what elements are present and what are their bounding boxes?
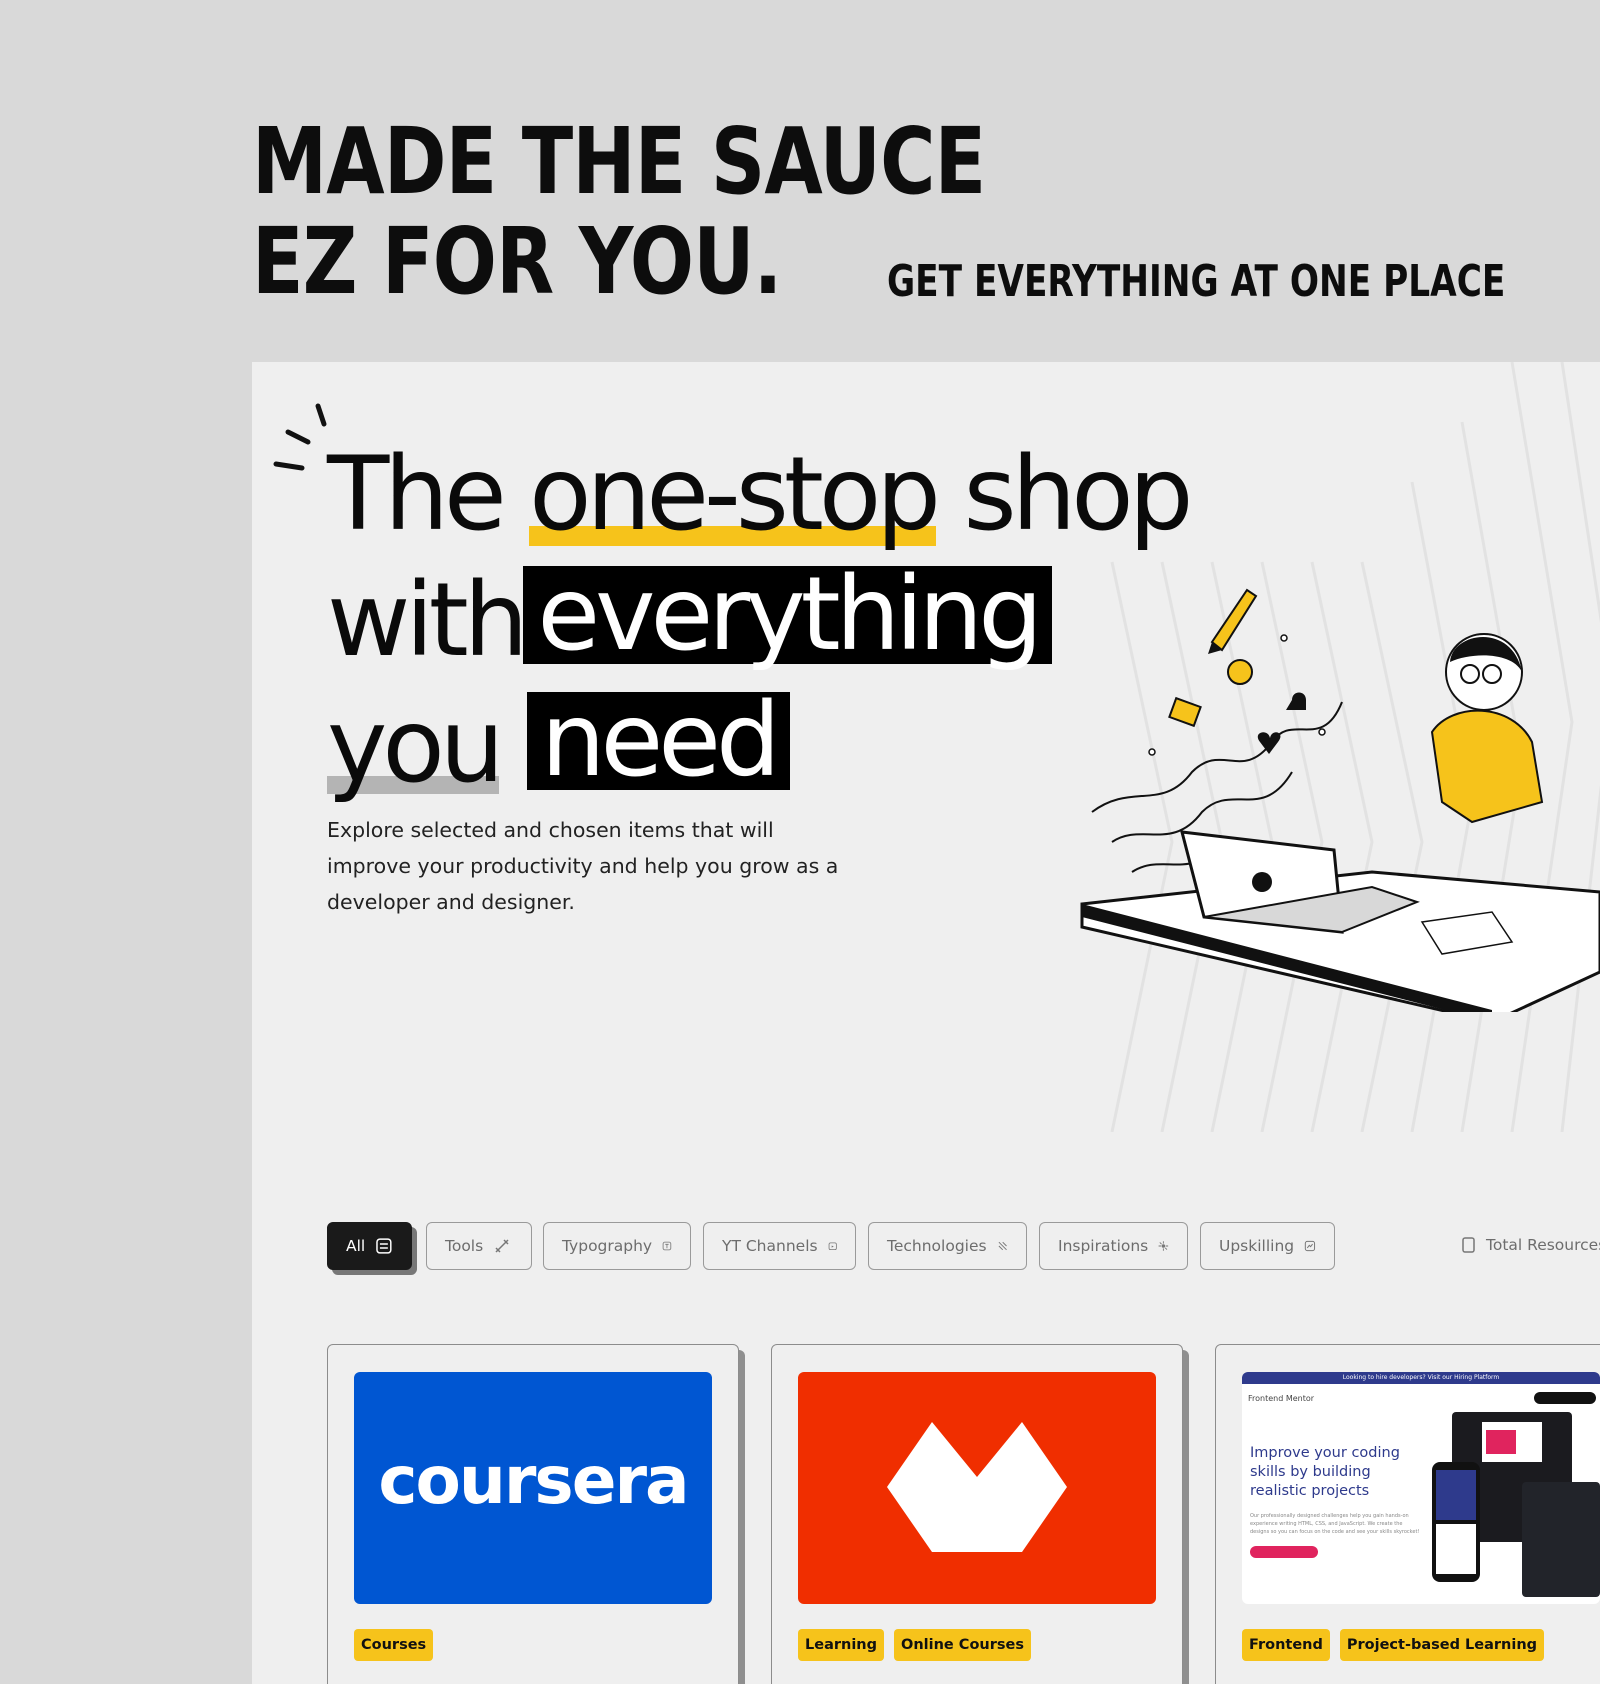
typography-icon — [662, 1241, 672, 1251]
filter-tools-label: Tools — [445, 1237, 484, 1255]
filter-technologies[interactable]: Technologies — [868, 1222, 1027, 1270]
copy-icon — [1462, 1237, 1475, 1253]
preview-cta — [1250, 1546, 1318, 1558]
promo-title-line1: MADE THE SAUCE — [252, 108, 986, 215]
hero-box-everything: everything — [523, 564, 1052, 666]
coursera-thumbnail: coursera — [354, 1372, 712, 1604]
inspirations-icon — [1158, 1241, 1169, 1251]
frontend-mentor-thumbnail: Looking to hire developers? Visit our Hi… — [1242, 1372, 1600, 1604]
resource-card-coursera[interactable]: coursera Courses C — [327, 1344, 739, 1684]
preview-login-button — [1534, 1392, 1596, 1404]
sparks-icon — [273, 403, 327, 471]
all-icon — [376, 1238, 392, 1254]
upskilling-icon — [1304, 1240, 1316, 1252]
preview-logo: Frontend Mentor — [1248, 1394, 1315, 1403]
filter-all-label: All — [346, 1237, 366, 1255]
tools-icon — [495, 1239, 509, 1253]
hero-description: Explore selected and chosen items that w… — [327, 818, 839, 914]
filter-upskilling-label: Upskilling — [1219, 1237, 1295, 1255]
filter-yt-channels[interactable]: YT Channels — [703, 1222, 856, 1270]
filter-typography[interactable]: Typography — [543, 1222, 691, 1270]
card-tags: Frontend Project-based Learning — [1242, 1629, 1545, 1661]
promo-subtitle: GET EVERYTHING AT ONE PLACE — [887, 256, 1506, 307]
filter-all[interactable]: All — [327, 1222, 412, 1270]
hero-highlight-one-stop: one-stop — [529, 435, 941, 554]
tag: Project-based Learning — [1339, 1629, 1545, 1661]
technologies-icon — [998, 1241, 1007, 1251]
hero-highlight-you: you — [327, 687, 504, 806]
hero-box-need: need — [526, 690, 790, 792]
resource-card-brand[interactable]: Learning Online Courses B — [771, 1344, 1183, 1684]
hero-word-with: with — [327, 561, 528, 680]
preview-devices — [1432, 1412, 1600, 1597]
tag: Learning — [798, 1629, 885, 1661]
brand-logo-icon — [887, 1422, 1067, 1552]
filter-typography-label: Typography — [562, 1237, 653, 1255]
total-resources: Total Resources — [1460, 1236, 1600, 1254]
website-preview: The one-stop shop with everything you nee… — [252, 362, 1600, 1684]
card-tags: Learning Online Courses — [798, 1629, 1031, 1661]
filter-technologies-label: Technologies — [887, 1237, 987, 1255]
preview-headline: Improve your coding skills by building r… — [1250, 1445, 1400, 1499]
hero-word-the: The — [327, 435, 507, 554]
preview-banner: Looking to hire developers? Visit our Hi… — [1242, 1372, 1600, 1384]
coursera-logo: coursera — [378, 1442, 689, 1519]
filter-upskilling[interactable]: Upskilling — [1200, 1222, 1335, 1270]
filter-yt-channels-label: YT Channels — [722, 1237, 818, 1255]
category-filter-bar: All Tools Typography YT Channels Technol… — [327, 1222, 1600, 1270]
card-tags: Courses — [354, 1629, 434, 1661]
tag: Courses — [354, 1629, 434, 1661]
promo-title: MADE THE SAUCE EZ FOR YOU. — [252, 108, 986, 315]
promo-title-line2: EZ FOR YOU. — [252, 208, 782, 315]
video-icon — [828, 1242, 837, 1251]
resource-card-frontend-mentor[interactable]: Looking to hire developers? Visit our Hi… — [1215, 1344, 1600, 1684]
hero-word-shop: shop — [963, 435, 1194, 554]
brand-thumbnail — [798, 1372, 1156, 1604]
developer-illustration — [1080, 588, 1600, 1012]
tag: Online Courses — [894, 1629, 1031, 1661]
hero-heading: The one-stop shop with everything you nee… — [327, 432, 1194, 810]
filter-inspirations[interactable]: Inspirations — [1039, 1222, 1188, 1270]
filter-tools[interactable]: Tools — [426, 1222, 532, 1270]
filter-inspirations-label: Inspirations — [1058, 1237, 1149, 1255]
tag: Frontend — [1242, 1629, 1330, 1661]
preview-body: Our professionally designed challenges h… — [1250, 1513, 1420, 1535]
total-resources-label: Total Resources — [1486, 1236, 1600, 1254]
